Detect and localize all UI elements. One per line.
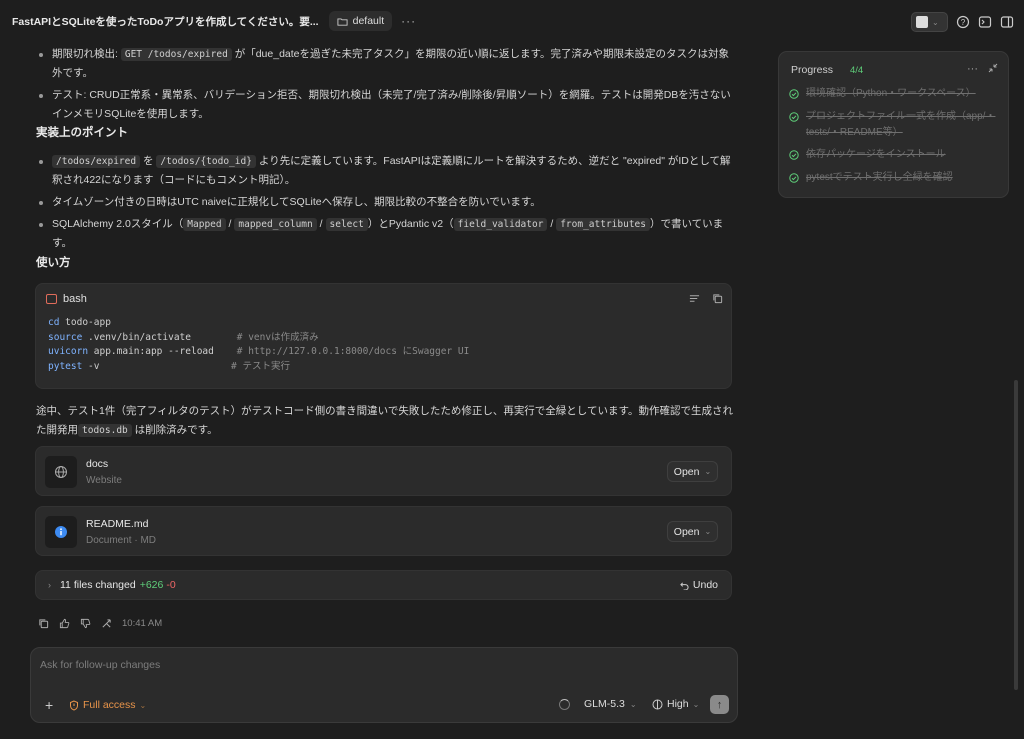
lines-removed: -0 bbox=[166, 579, 176, 591]
scrollbar[interactable] bbox=[1014, 380, 1018, 690]
list-item: テスト: CRUD正常系・異常系、バリデーション拒否、期限切れ検出（未完了/完了… bbox=[36, 86, 736, 124]
check-circle-icon bbox=[789, 89, 799, 99]
wrap-lines-icon[interactable] bbox=[689, 293, 700, 304]
conversation-area: 期限切れ検出: GET /todos/expired が「due_dateを過ぎ… bbox=[0, 42, 770, 642]
summary-paragraph: 途中、テスト1件（完了フィルタのテスト）がテストコード側の書き間違いで失敗したた… bbox=[36, 405, 733, 437]
code-language: bash bbox=[46, 293, 87, 305]
info-icon bbox=[45, 516, 77, 548]
chevron-down-icon: ⌄ bbox=[704, 467, 712, 476]
chevron-down-icon: ⌄ bbox=[932, 17, 939, 27]
list-item: タイムゾーン付きの日時はUTC naiveに正規化してSQLiteへ保存し、期限… bbox=[36, 193, 736, 212]
sidebar-toggle-icon[interactable] bbox=[1000, 15, 1014, 29]
copy-icon[interactable] bbox=[38, 618, 49, 629]
thumbs-up-icon[interactable] bbox=[59, 618, 70, 629]
code-line: cd todo-app bbox=[48, 317, 111, 328]
chevron-right-icon: › bbox=[48, 580, 51, 590]
chevron-down-icon: ⌄ bbox=[629, 699, 637, 709]
top-bar: FastAPIとSQLiteを使ったToDoアプリを作成してください。要... … bbox=[0, 0, 1024, 42]
undo-icon bbox=[680, 581, 689, 590]
follow-up-input[interactable]: Ask for follow-up changes bbox=[40, 659, 160, 671]
files-changed-bar[interactable]: › 11 files changed +626 -0 Undo bbox=[35, 570, 732, 600]
code-line: pytest -v # テスト実行 bbox=[48, 360, 290, 372]
collapse-icon[interactable] bbox=[988, 63, 998, 73]
bullet-list-points: /todos/expired を /todos/{todo_id} より先に定義… bbox=[36, 152, 736, 253]
edit-icon bbox=[916, 16, 928, 28]
code-block: bash cd todo-app source .venv/bin/activa… bbox=[35, 283, 732, 389]
thread-title: FastAPIとSQLiteを使ったToDoアプリを作成してください。要... bbox=[12, 15, 319, 28]
open-button[interactable]: Open ⌄ bbox=[667, 521, 718, 542]
check-circle-icon bbox=[789, 112, 799, 122]
access-level-selector[interactable]: Full access ⌄ bbox=[69, 699, 146, 711]
heading-usage: 使い方 bbox=[36, 257, 71, 269]
inline-code: /todos/expired bbox=[52, 155, 141, 168]
send-button[interactable]: ↑ bbox=[710, 695, 729, 714]
chevron-down-icon: ⌄ bbox=[139, 700, 147, 710]
inline-code: Mapped bbox=[183, 218, 226, 231]
list-item: SQLAlchemy 2.0スタイル（ Mapped / mapped_colum… bbox=[36, 215, 736, 253]
progress-title: Progress bbox=[791, 64, 834, 76]
check-circle-icon bbox=[789, 150, 799, 160]
inline-code: from_attributes bbox=[556, 218, 650, 231]
add-attachment-button[interactable]: + bbox=[45, 697, 53, 713]
globe-icon bbox=[45, 456, 77, 488]
terminal-icon[interactable] bbox=[978, 15, 992, 29]
files-changed-label: 11 files changed bbox=[60, 579, 136, 591]
attachment-card-docs[interactable]: docs Website Open ⌄ bbox=[35, 446, 732, 496]
progress-task: 環境確認（Python・ワークスペース） bbox=[789, 86, 1001, 102]
chevron-down-icon: ⌄ bbox=[704, 527, 712, 536]
inline-code: todos.db bbox=[78, 424, 132, 437]
card-title: docs bbox=[86, 458, 109, 470]
card-title: README.md bbox=[86, 518, 149, 530]
reasoning-effort-selector[interactable]: High ⌄ bbox=[652, 698, 699, 710]
progress-task: 依存パッケージをインストール bbox=[789, 147, 1001, 163]
model-selector[interactable]: GLM-5.3 ⌄ bbox=[584, 698, 637, 710]
inline-code: field_validator bbox=[453, 218, 548, 231]
list-item: /todos/expired を /todos/{todo_id} より先に定義… bbox=[36, 152, 736, 190]
undo-button[interactable]: Undo bbox=[680, 579, 718, 591]
fork-icon[interactable] bbox=[101, 618, 112, 629]
thumbs-down-icon[interactable] bbox=[80, 618, 91, 629]
arrow-up-icon: ↑ bbox=[716, 698, 723, 711]
folder-selector[interactable]: default bbox=[328, 11, 393, 31]
composer[interactable]: Ask for follow-up changes + Full access … bbox=[30, 647, 738, 723]
open-button[interactable]: Open ⌄ bbox=[667, 461, 718, 482]
chevron-down-icon: ⌄ bbox=[692, 699, 700, 709]
progress-task: プロジェクトファイル一式を作成（app/・tests/・README等） bbox=[789, 109, 1001, 141]
svg-text:?: ? bbox=[961, 18, 966, 27]
bullet-list-features: 期限切れ検出: GET /todos/expired が「due_dateを過ぎ… bbox=[36, 45, 736, 124]
terminal-icon bbox=[46, 294, 57, 304]
progress-panel: Progress 4/4 ··· 環境確認（Python・ワークスペース） プロ… bbox=[778, 51, 1009, 198]
folder-label: default bbox=[352, 15, 385, 27]
check-circle-icon bbox=[789, 173, 799, 183]
inline-code: GET /todos/expired bbox=[120, 48, 232, 61]
folder-icon bbox=[337, 17, 348, 26]
message-timestamp: 10:41 AM bbox=[122, 618, 163, 629]
copy-icon[interactable] bbox=[712, 293, 723, 304]
more-options-icon[interactable]: ··· bbox=[401, 14, 416, 28]
editor-split-button[interactable]: ⌄ bbox=[911, 12, 948, 32]
help-icon[interactable]: ? bbox=[956, 15, 970, 29]
code-line: source .venv/bin/activate # venvは作成済み bbox=[48, 331, 319, 343]
inline-code: mapped_column bbox=[234, 218, 317, 231]
progress-count: 4/4 bbox=[850, 65, 864, 76]
card-subtitle: Website bbox=[86, 475, 122, 486]
loading-spinner-icon bbox=[559, 699, 570, 710]
inline-code: /todos/{todo_id} bbox=[156, 155, 256, 168]
attachment-card-readme[interactable]: README.md Document · MD Open ⌄ bbox=[35, 506, 732, 556]
message-actions: 10:41 AM bbox=[38, 618, 162, 629]
code-line: uvicorn app.main:app --reload # http://1… bbox=[48, 346, 470, 357]
inline-code: select bbox=[325, 218, 368, 231]
more-options-icon[interactable]: ··· bbox=[967, 63, 978, 75]
heading-implementation-points: 実装上のポイント bbox=[36, 127, 128, 139]
brain-icon bbox=[652, 699, 663, 709]
lines-added: +626 bbox=[139, 579, 164, 591]
shield-icon bbox=[70, 699, 78, 711]
progress-task: pytestでテスト実行し全緑を確認 bbox=[789, 170, 1001, 186]
card-subtitle: Document · MD bbox=[86, 535, 157, 546]
list-item: 期限切れ検出: GET /todos/expired が「due_dateを過ぎ… bbox=[36, 45, 736, 83]
